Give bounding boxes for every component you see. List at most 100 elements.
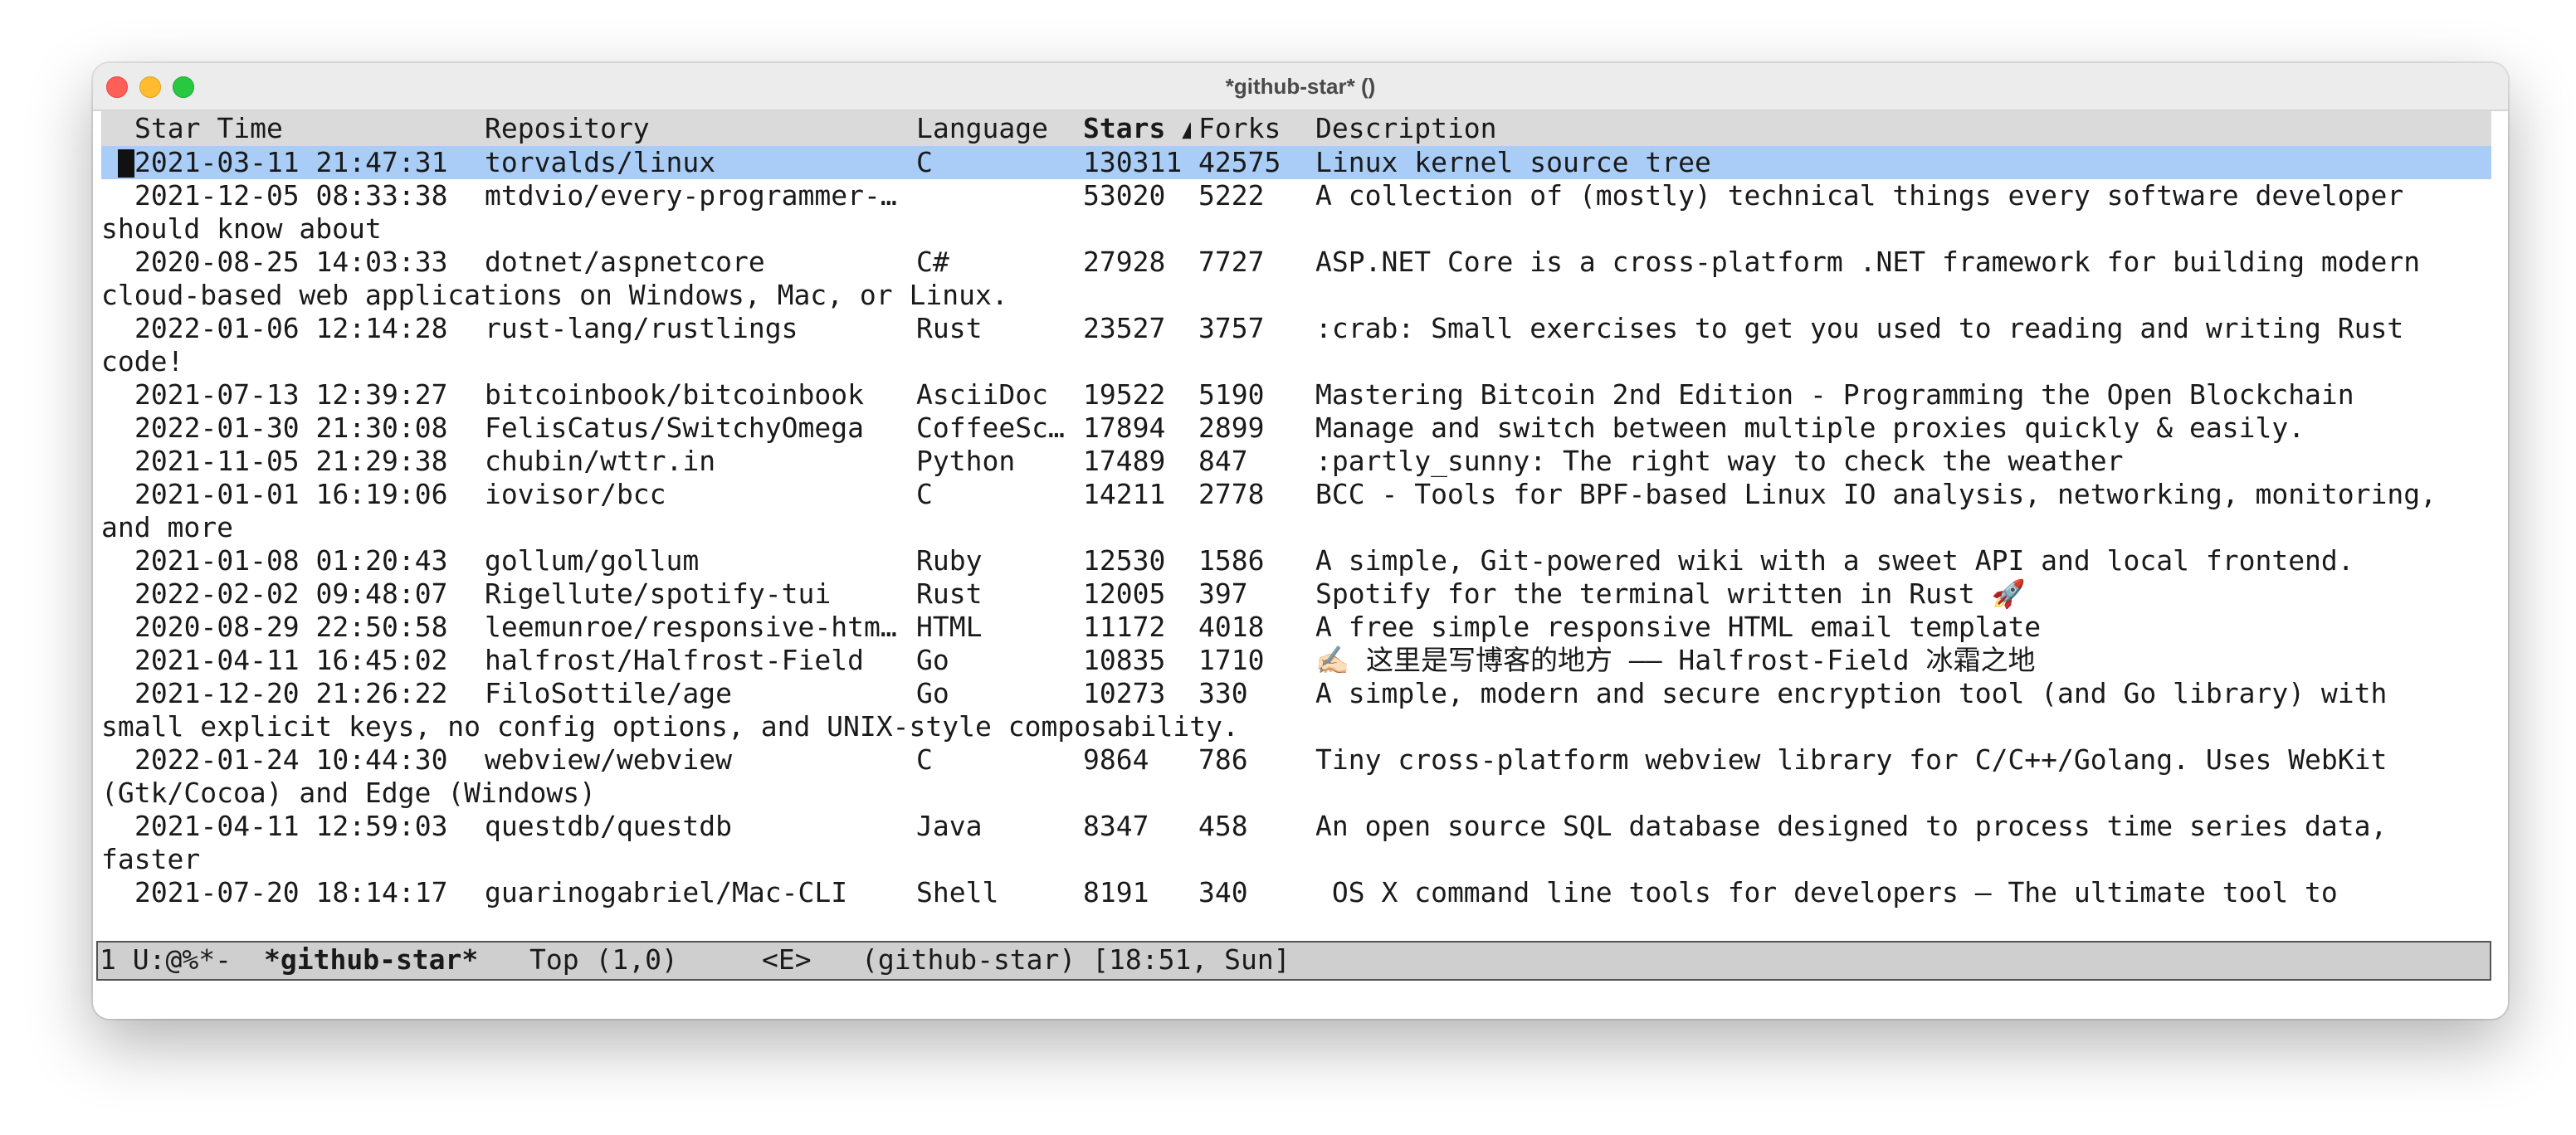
row-stars: 17894: [1083, 412, 1166, 444]
row-repository: Rigellute/spotify-tui: [485, 577, 832, 610]
table-row[interactable]: 2021-03-11 21:47:31 torvalds/linux C 130311…: [101, 146, 2491, 179]
table-row[interactable]: 2022-01-06 12:14:28 rust-lang/rustlings Ru…: [101, 312, 2491, 378]
row-description-continuation: code!: [101, 345, 184, 378]
table-row[interactable]: 2021-01-01 16:19:06 iovisor/bcc C 14211 2778…: [101, 478, 2491, 544]
row-description: Manage and switch between multiple proxi…: [1315, 412, 2305, 444]
row-description: Tiny cross-platform webview library for …: [1315, 743, 2388, 776]
row-language: C: [916, 478, 933, 510]
row-stars: 23527: [1083, 312, 1166, 344]
row-description: Linux kernel source tree: [1315, 146, 1711, 178]
row-repository: torvalds/linux: [485, 146, 716, 178]
row-description: A simple, modern and secure encryption t…: [1315, 677, 2388, 709]
row-star-time: 2021-07-13 12:39:27: [134, 378, 448, 411]
row-stars: 27928: [1083, 246, 1166, 278]
row-description: BCC - Tools for BPF-based Linux IO analy…: [1315, 478, 2437, 510]
row-repository: rust-lang/rustlings: [485, 312, 798, 344]
row-language: C: [916, 743, 933, 776]
row-description-continuation: (Gtk/Cocoa) and Edge (Windows): [101, 777, 597, 809]
row-language: Rust: [916, 577, 983, 610]
row-stars: 12005: [1083, 577, 1166, 610]
row-forks: 4018: [1198, 611, 1265, 643]
row-repository: mtdvio/every-programmer-…: [485, 179, 897, 212]
header-language[interactable]: Language: [916, 111, 1072, 146]
row-language: Java: [916, 810, 983, 842]
row-forks: 3757: [1198, 312, 1265, 344]
table-row[interactable]: 2021-12-05 08:33:38 mtdvio/every-programm…: [101, 179, 2491, 246]
row-description: Mastering Bitcoin 2nd Edition - Programm…: [1315, 378, 2354, 411]
row-repository: halfrost/Halfrost-Field: [485, 644, 864, 676]
row-star-time: 2021-04-11 12:59:03: [134, 810, 448, 842]
row-stars: 130311: [1083, 146, 1183, 178]
row-repository: FiloSottile/age: [485, 677, 733, 709]
row-forks: 42575: [1198, 146, 1281, 178]
table-row[interactable]: 2021-12-20 21:26:22 FiloSottile/age Go 1027…: [101, 677, 2491, 743]
row-description-continuation: faster: [101, 843, 201, 875]
header-star-time[interactable]: Star Time: [134, 111, 475, 146]
row-stars: 10273: [1083, 677, 1166, 709]
row-star-time: 2021-12-05 08:33:38: [134, 179, 448, 212]
header-forks[interactable]: Forks: [1198, 111, 1306, 146]
row-star-time: 2021-12-20 21:26:22: [134, 677, 448, 709]
table-row[interactable]: 2022-02-02 09:48:07 Rigellute/spotify-tui…: [101, 577, 2491, 611]
row-description: A collection of (mostly) technical thing…: [1315, 179, 2404, 212]
row-description-continuation: small explicit keys, no config options, …: [101, 710, 1239, 743]
row-description: A free simple responsive HTML email temp…: [1315, 611, 2042, 643]
modeline-status: 1 U:@%*-: [100, 943, 232, 976]
row-language: C: [916, 146, 933, 178]
row-description-continuation: should know about: [101, 212, 382, 245]
row-star-time: 2021-07-20 18:14:17: [134, 876, 448, 908]
row-description: An open source SQL database designed to …: [1315, 810, 2388, 842]
star-list: 2021-03-11 21:47:31 torvalds/linux C 130311…: [101, 146, 2491, 909]
table-row[interactable]: 2021-04-11 16:45:02 halfrost/Halfrost-Fie…: [101, 644, 2491, 677]
header-repository[interactable]: Repository: [485, 111, 910, 146]
row-repository: leemunroe/responsive-htm…: [485, 611, 897, 643]
row-description-continuation: cloud-based web applications on Windows,…: [101, 279, 1008, 311]
row-forks: 786: [1198, 743, 1248, 776]
header-stars-sorted[interactable]: Stars ▲: [1083, 111, 1191, 146]
table-row[interactable]: 2021-07-13 12:39:27 bitcoinbook/bitcoinbo…: [101, 378, 2491, 412]
row-repository: FelisCatus/SwitchyOmega: [485, 412, 864, 444]
row-repository: gollum/gollum: [485, 544, 700, 577]
header-description[interactable]: Description: [1315, 111, 2491, 146]
row-language: AsciiDoc: [916, 378, 1048, 411]
row-star-time: 2021-01-01 16:19:06: [134, 478, 448, 510]
row-star-time: 2022-01-06 12:14:28: [134, 312, 448, 344]
row-repository: bitcoinbook/bitcoinbook: [485, 378, 864, 411]
row-language: Go: [916, 644, 949, 676]
row-stars: 11172: [1083, 611, 1166, 643]
row-stars: 8347: [1083, 810, 1149, 842]
row-repository: chubin/wttr.in: [485, 445, 716, 477]
row-language: Python: [916, 445, 1016, 477]
modeline-buffer-name: *github-star*: [264, 943, 479, 976]
row-description: Spotify for the terminal written in Rust…: [1315, 577, 2026, 610]
row-stars: 8191: [1083, 876, 1149, 908]
row-description: ✍🏻 这里是写博客的地方 —— Halfrost-Field 冰霜之地: [1315, 644, 2036, 676]
table-header: Star Time Repository Language Stars ▲ Fo…: [101, 111, 2491, 146]
row-description: OS X command line tools for developers –…: [1315, 876, 2338, 908]
row-stars: 53020: [1083, 179, 1166, 212]
row-star-time: 2021-11-05 21:29:38: [134, 445, 448, 477]
row-repository: guarinogabriel/Mac-CLI: [485, 876, 848, 908]
table-row[interactable]: 2021-01-08 01:20:43 gollum/gollum Ruby 1253…: [101, 544, 2491, 577]
table-row[interactable]: 2021-04-11 12:59:03 questdb/questdb Java 83…: [101, 810, 2491, 876]
row-forks: 5222: [1198, 179, 1265, 212]
github-star-buffer[interactable]: Star Time Repository Language Stars ▲ Fo…: [93, 111, 2508, 1019]
row-description: :crab: Small exercises to get you used t…: [1315, 312, 2404, 344]
mode-line: 1 U:@%*- *github-star* Top (1,0) <E> (gi…: [96, 941, 2491, 981]
row-star-time: 2022-02-02 09:48:07: [134, 577, 448, 610]
row-stars: 17489: [1083, 445, 1166, 477]
row-language: Go: [916, 677, 949, 709]
row-forks: 7727: [1198, 246, 1265, 278]
row-repository: dotnet/aspnetcore: [485, 246, 765, 278]
table-row[interactable]: 2021-07-20 18:14:17 guarinogabriel/Mac-CL…: [101, 876, 2491, 909]
row-forks: 397: [1198, 577, 1248, 610]
table-row[interactable]: 2020-08-25 14:03:33 dotnet/aspnetcore C# 27…: [101, 246, 2491, 312]
row-repository: iovisor/bcc: [485, 478, 666, 510]
table-row[interactable]: 2020-08-29 22:50:58 leemunroe/responsive-…: [101, 611, 2491, 644]
table-row[interactable]: 2021-11-05 21:29:38 chubin/wttr.in Python 1…: [101, 445, 2491, 478]
table-row[interactable]: 2022-01-24 10:44:30 webview/webview C 9864 7…: [101, 743, 2491, 810]
modeline-major-mode: (github-star) [18:51, Sun]: [861, 943, 1290, 976]
row-star-time: 2021-01-08 01:20:43: [134, 544, 448, 577]
table-row[interactable]: 2022-01-30 21:30:08 FelisCatus/SwitchyOme…: [101, 412, 2491, 445]
row-forks: 5190: [1198, 378, 1265, 411]
